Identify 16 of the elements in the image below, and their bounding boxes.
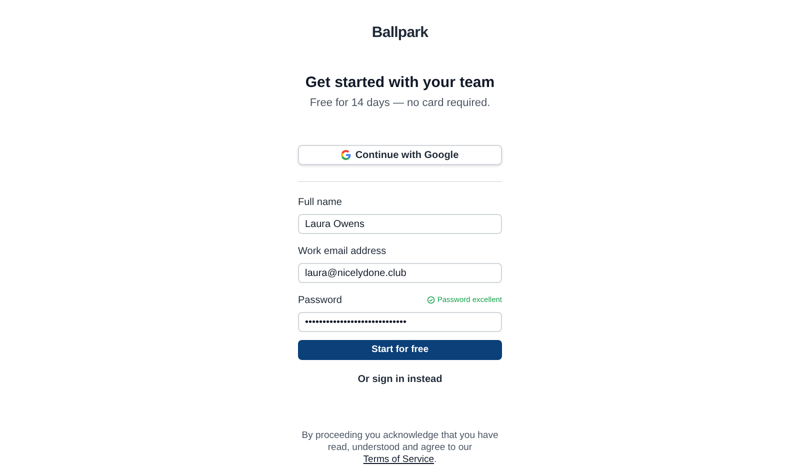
legal-notice: By proceeding you acknowledge that you have read, understood and agree to our Terms of Service.: [300, 430, 500, 466]
check-badge-icon: [427, 296, 436, 304]
logo: Ballpark: [372, 23, 428, 43]
google-icon: [341, 150, 352, 160]
subtitle: Free for 14 days — no card required.: [310, 96, 490, 111]
input-field[interactable]: •••••••••••••••••••••••••••••: [298, 312, 502, 332]
field-label: Work email address: [298, 246, 386, 258]
sign-in-link[interactable]: Or sign in instead: [358, 373, 442, 386]
field-label: Password: [298, 295, 342, 307]
google-button[interactable]: Continue with Google: [298, 145, 502, 165]
heading: Get started with your team: [305, 73, 495, 93]
start-button[interactable]: Start for free: [298, 340, 502, 360]
terms-link[interactable]: Terms of Service: [363, 454, 434, 465]
input-field[interactable]: laura@nicelydone.club: [298, 263, 502, 283]
input-field[interactable]: Laura Owens: [298, 214, 502, 234]
field-label: Full name: [298, 197, 342, 209]
